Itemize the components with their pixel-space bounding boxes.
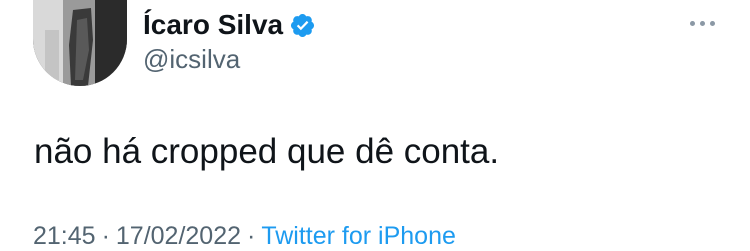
more-dot (709, 20, 715, 26)
author-display-name[interactable]: Ícaro Silva (143, 8, 283, 42)
tweet-text: não há cropped que dê conta. (34, 132, 500, 171)
tweet-time[interactable]: 21:45 (33, 222, 96, 250)
verified-badge-icon (291, 13, 315, 37)
author-name-row: Ícaro Silva (143, 8, 316, 42)
more-dot (689, 20, 695, 26)
meta-separator: · (247, 222, 256, 250)
author-handle[interactable]: @icsilva (143, 44, 240, 74)
avatar[interactable] (33, 0, 127, 86)
avatar-photo (33, 0, 127, 86)
tweet-meta: 21:45 · 17/02/2022 · Twitter for iPhone (33, 221, 456, 251)
meta-separator: · (101, 222, 110, 250)
more-options-icon[interactable] (682, 8, 722, 38)
tweet-source[interactable]: Twitter for iPhone (261, 222, 456, 250)
more-dot (699, 20, 705, 26)
tweet-date[interactable]: 17/02/2022 (116, 222, 241, 250)
